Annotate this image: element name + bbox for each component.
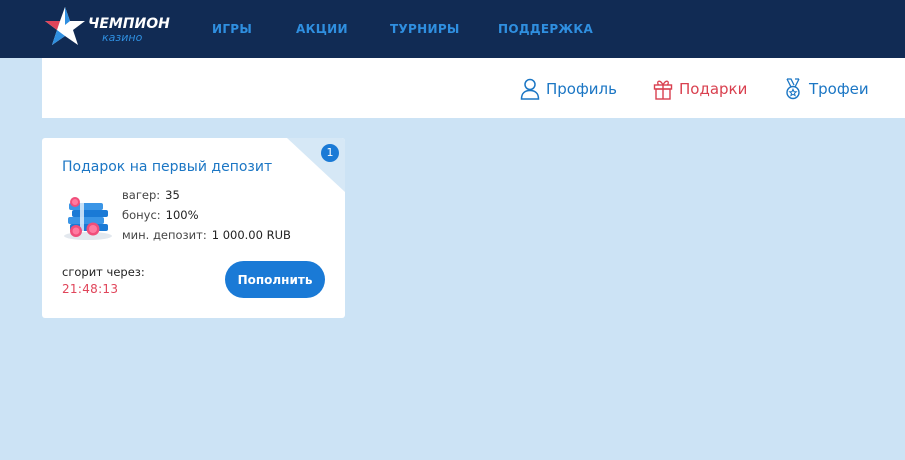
param-wager: вагер: 35 <box>122 188 291 208</box>
expire-timer: 21:48:13 <box>62 282 119 296</box>
param-bonus-value: 100% <box>165 208 199 222</box>
expire-label: сгорит через: <box>62 265 145 279</box>
medal-icon <box>786 78 800 100</box>
gift-card: 1 Подарок на первый депозит вагер: 35 бо… <box>42 138 345 318</box>
tab-gifts[interactable]: Подарки <box>653 78 747 100</box>
nav-tournaments[interactable]: ТУРНИРЫ <box>390 22 460 36</box>
tab-trophies[interactable]: Трофеи <box>783 78 869 100</box>
gift-params: вагер: 35 бонус: 100% мин. депозит: 1 00… <box>122 188 291 248</box>
tab-trophies-label: Трофеи <box>809 80 869 98</box>
gift-icon <box>653 80 673 100</box>
user-icon <box>520 78 540 100</box>
nav-games[interactable]: ИГРЫ <box>212 22 252 36</box>
tab-profile-label: Профиль <box>546 80 617 98</box>
account-tabs-bar: Профиль Подарки Трофеи <box>42 58 905 118</box>
tab-profile[interactable]: Профиль <box>520 78 617 100</box>
param-min-deposit-value: 1 000.00 RUB <box>211 228 291 242</box>
gift-count-badge: 1 <box>321 144 339 162</box>
gift-title: Подарок на первый депозит <box>62 159 273 175</box>
nav-promotions[interactable]: АКЦИИ <box>296 22 348 36</box>
param-bonus: бонус: 100% <box>122 208 291 228</box>
brand-name: ЧЕМПИОН <box>88 16 170 32</box>
param-min-deposit-label: мин. депозит: <box>122 228 207 242</box>
param-wager-value: 35 <box>165 188 180 202</box>
param-bonus-label: бонус: <box>122 208 161 222</box>
star-logo-icon <box>45 7 85 45</box>
tab-gifts-label: Подарки <box>679 80 748 98</box>
top-header: ЧЕМПИОН казино ИГРЫ АКЦИИ ТУРНИРЫ ПОДДЕР… <box>0 0 905 58</box>
nav-support[interactable]: ПОДДЕРЖКА <box>498 22 593 36</box>
param-min-deposit: мин. депозит: 1 000.00 RUB <box>122 228 291 248</box>
param-wager-label: вагер: <box>122 188 161 202</box>
brand-logo[interactable]: ЧЕМПИОН казино <box>42 5 172 49</box>
deposit-button[interactable]: Пополнить <box>225 261 325 298</box>
brand-subtitle: казино <box>102 31 143 44</box>
coins-stack-icon <box>64 197 112 240</box>
